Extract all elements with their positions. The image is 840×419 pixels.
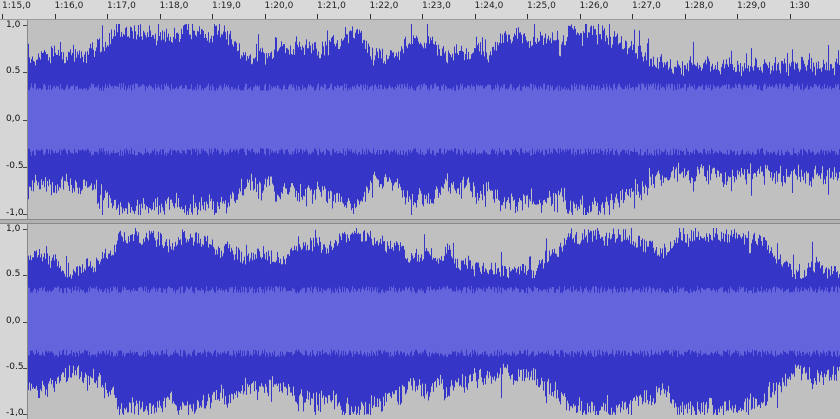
timeline-tick-label: 1:26,0 (579, 1, 609, 11)
amplitude-scale: 1,0 0.5 0,0 -0.5 -1,0 (0, 224, 28, 419)
waveform-graphic (28, 24, 840, 215)
amplitude-scale-tick (23, 119, 27, 121)
amplitude-scale: 1,0 0.5 0,0 -0.5 -1,0 (0, 20, 28, 219)
amplitude-scale-tick (23, 275, 27, 277)
timeline-tick-label: 1:23,0 (422, 1, 451, 11)
timeline-tick-label: 1:21,0 (317, 1, 346, 11)
amplitude-scale-label: -1,0 (6, 208, 24, 218)
timeline-tick-label: 1:15,0 (2, 1, 31, 11)
waveform-area[interactable] (28, 20, 840, 219)
timeline-tick-label: 1:27,0 (632, 1, 661, 11)
timeline-ruler[interactable]: 1:15,0 1:16,0 1:17,0 1:18,0 1:19,0 1:20,0 1:21… (0, 0, 840, 20)
waveform-graphic (28, 228, 840, 415)
amplitude-scale-label: -1,0 (6, 408, 24, 418)
timeline-tick-mark (369, 14, 371, 19)
amplitude-scale-tick (23, 414, 27, 415)
timeline-tick-mark (2, 14, 3, 19)
timeline-tick-mark (789, 14, 791, 19)
timeline-tick-label: 1:24,0 (474, 1, 504, 11)
amplitude-scale-tick (23, 321, 27, 323)
amplitude-scale-label: 0.5 (6, 66, 21, 77)
amplitude-scale-label: 0,0 (6, 113, 21, 124)
timeline-tick-label: 1:30 (789, 1, 810, 11)
timeline-tick-mark (264, 14, 266, 19)
timeline-tick-label: 1:29,0 (737, 1, 766, 11)
timeline-tick-mark (54, 14, 56, 19)
timeline-tick-label: 1:22,0 (369, 1, 399, 11)
amplitude-scale-label: 0.5 (6, 269, 21, 280)
timeline-tick-label: 1:18,0 (159, 1, 189, 11)
timeline-tick-mark (317, 14, 318, 19)
amplitude-scale-tick (23, 229, 27, 230)
timeline-tick-label: 1:25,0 (527, 1, 556, 11)
audio-track-left[interactable]: 1,0 0.5 0,0 -0.5 -1,0 (0, 20, 840, 219)
timeline-tick-label: 1:17,0 (107, 1, 136, 11)
timeline-tick-mark (737, 14, 738, 19)
amplitude-scale-label: 0,0 (6, 315, 21, 326)
timeline-tick-mark (422, 14, 423, 19)
timeline-tick-mark (159, 14, 161, 19)
amplitude-scale-tick (23, 72, 27, 74)
amplitude-scale-tick (23, 166, 27, 168)
amplitude-scale-label: 1,0 (6, 224, 21, 234)
amplitude-scale-label: -0.5 (6, 361, 24, 372)
timeline-tick-mark (632, 14, 633, 19)
timeline-tick-mark (107, 14, 108, 19)
waveform-area[interactable] (28, 224, 840, 419)
timeline-tick-mark (579, 14, 581, 19)
timeline-tick-mark (212, 14, 213, 19)
amplitude-scale-label: -0.5 (6, 160, 24, 171)
timeline-tick-label: 1:28,0 (684, 1, 714, 11)
timeline-tick-label: 1:20,0 (264, 1, 294, 11)
amplitude-scale-tick (23, 25, 27, 26)
timeline-tick-mark (527, 14, 528, 19)
timeline-tick-mark (474, 14, 476, 19)
timeline-tick-label: 1:19,0 (212, 1, 241, 11)
amplitude-scale-tick (23, 214, 27, 215)
amplitude-scale-label: 1,0 (6, 20, 21, 30)
timeline-tick-label: 1:16,0 (54, 1, 84, 11)
timeline-tick-mark (684, 14, 686, 19)
audio-track-right[interactable]: 1,0 0.5 0,0 -0.5 -1,0 (0, 224, 840, 419)
amplitude-scale-tick (23, 367, 27, 369)
